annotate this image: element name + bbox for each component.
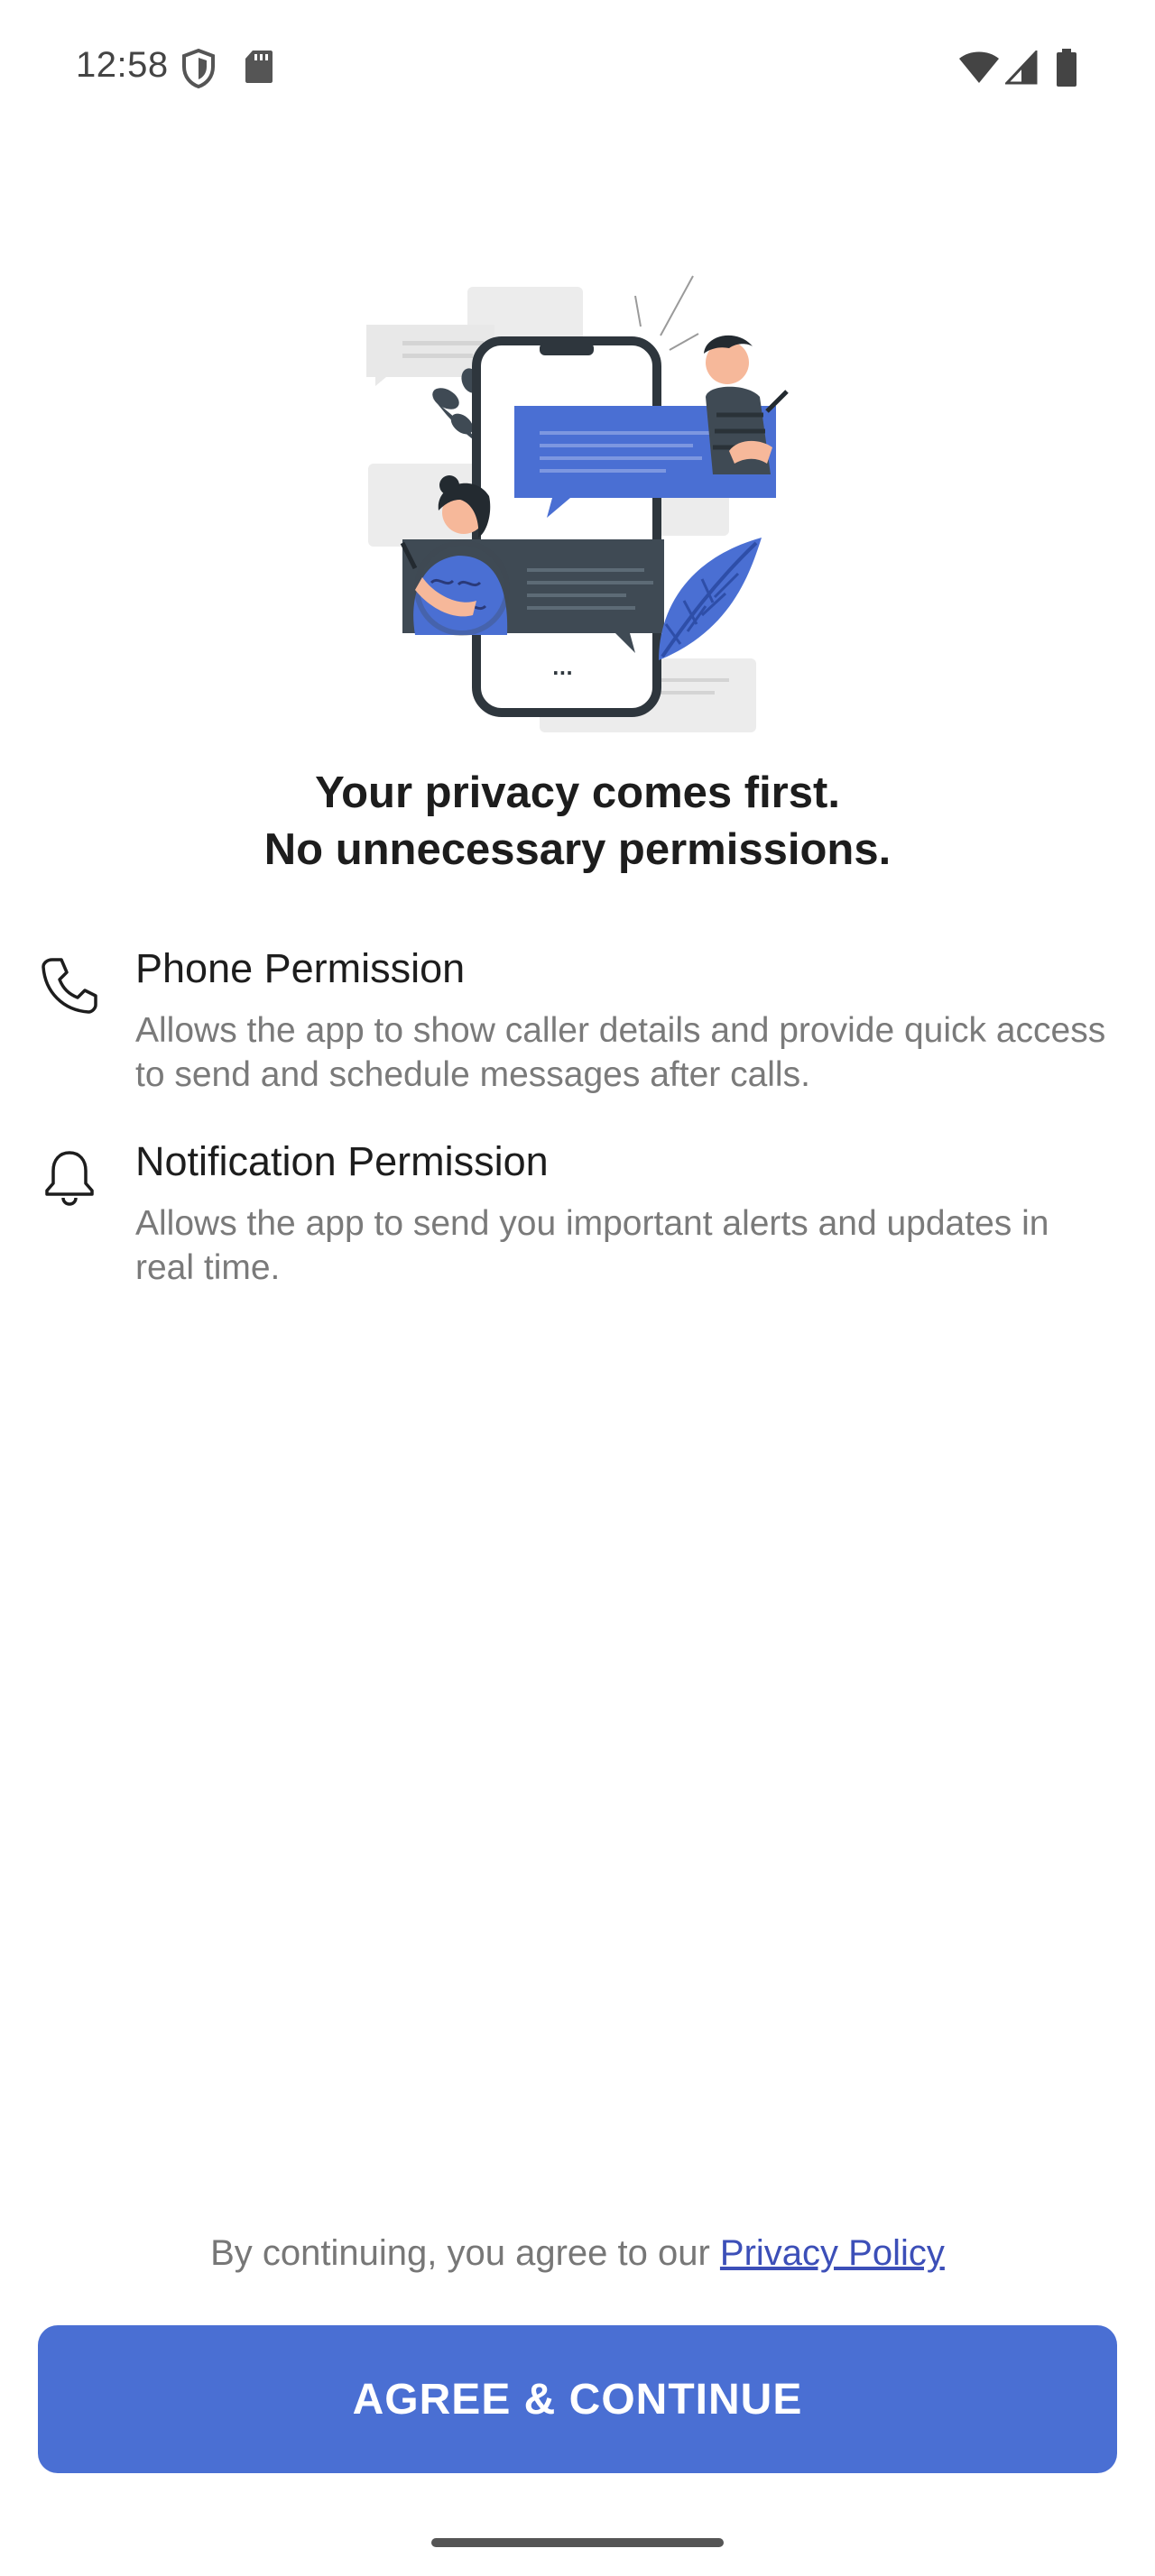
sd-card-icon xyxy=(244,49,274,89)
cell-signal-icon xyxy=(1003,49,1038,89)
page-title: Your privacy comes first. No unnecessary… xyxy=(0,765,1155,879)
status-bar: 12:58 xyxy=(0,0,1155,135)
bell-icon xyxy=(40,1147,99,1207)
phone-permission-title: Phone Permission xyxy=(135,945,466,991)
home-indicator[interactable] xyxy=(431,2538,724,2547)
phone-icon xyxy=(40,956,99,1016)
phone-permission-description: Allows the app to show caller details an… xyxy=(135,1011,1106,1094)
battery-icon xyxy=(1056,49,1077,91)
headline-line-1: Your privacy comes first. xyxy=(315,768,840,817)
agreement-text: By continuing, you agree to our Privacy … xyxy=(0,2233,1155,2274)
agree-continue-button[interactable]: AGREE & CONTINUE xyxy=(38,2325,1117,2473)
permissions-screen: 12:58 ... Your privacy comes first. No u… xyxy=(0,0,1155,2576)
shield-icon xyxy=(180,48,217,93)
notification-permission-title: Notification Permission xyxy=(135,1138,549,1184)
chat-phone-illustration: ... xyxy=(359,271,803,732)
status-time: 12:58 xyxy=(76,45,169,85)
privacy-policy-link[interactable]: Privacy Policy xyxy=(720,2233,945,2273)
agreement-prefix: By continuing, you agree to our xyxy=(210,2233,720,2273)
typing-dots: ... xyxy=(552,658,573,679)
notification-permission-description: Allows the app to send you important ale… xyxy=(135,1204,1049,1287)
headline-line-2: No unnecessary permissions. xyxy=(263,825,892,874)
wifi-icon xyxy=(958,51,1000,89)
